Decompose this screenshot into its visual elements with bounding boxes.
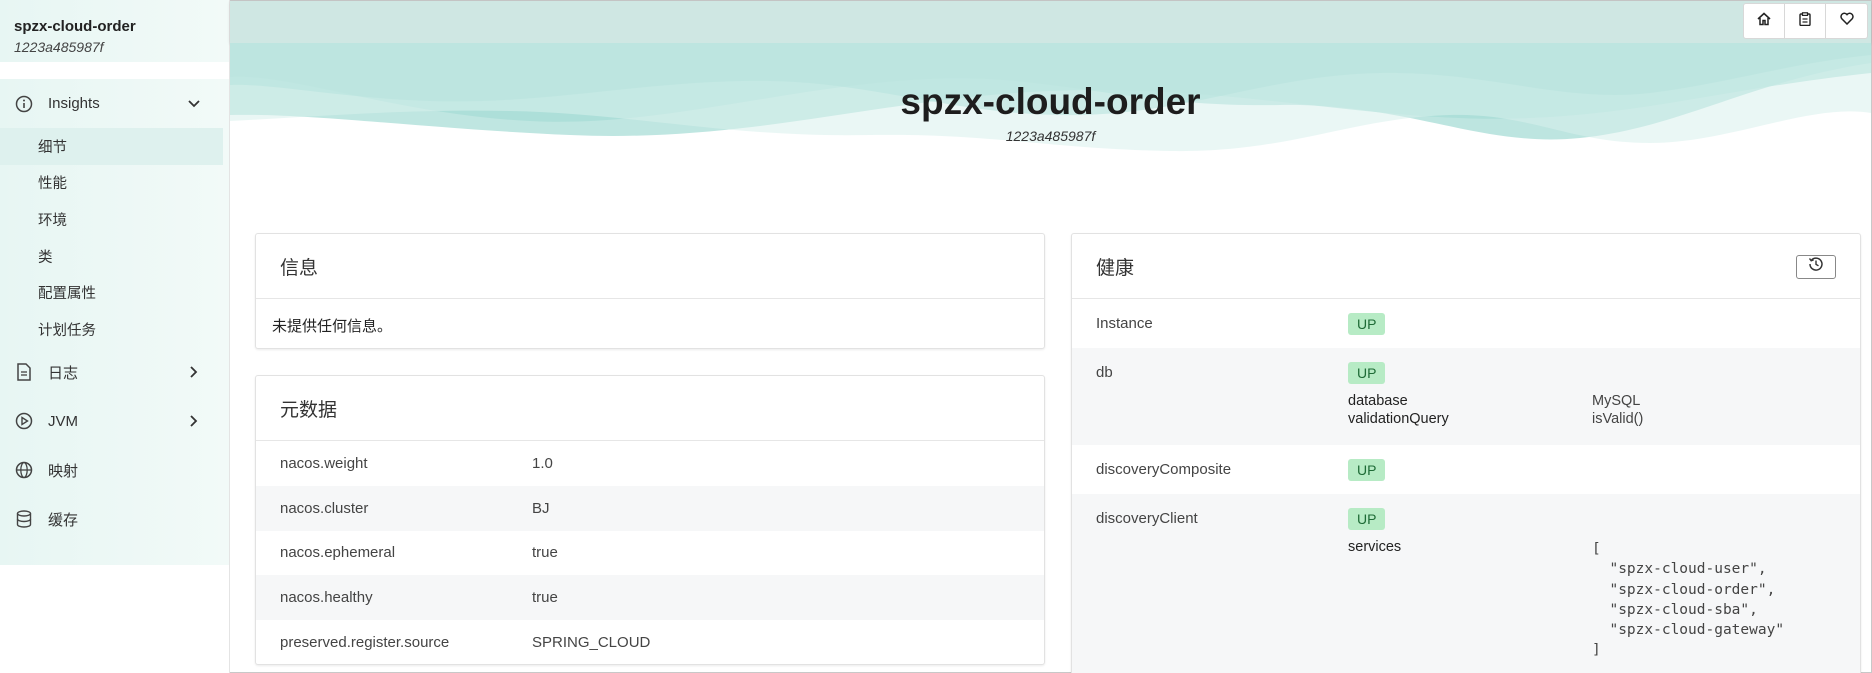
health-history-button[interactable] (1796, 255, 1836, 279)
sidebar: spzx-cloud-order 1223a485987f Insights 细… (0, 0, 230, 673)
metadata-card-title: 元数据 (256, 376, 1044, 441)
health-row-discovery-client: discoveryClient UP services [ "spzx-clou… (1072, 494, 1860, 673)
home-button[interactable] (1744, 4, 1785, 38)
table-row: nacos.healthy true (256, 575, 1044, 621)
database-icon (14, 509, 34, 529)
health-component-name: Instance (1096, 315, 1153, 332)
health-detail-row: validationQuery isValid() (1348, 411, 1860, 427)
metadata-key: nacos.weight (280, 454, 368, 472)
metadata-key: preserved.register.source (280, 634, 450, 652)
heart-button[interactable] (1826, 4, 1867, 38)
sidebar-header: spzx-cloud-order 1223a485987f (0, 0, 229, 62)
sidebar-item-jvm[interactable]: JVM (0, 397, 229, 446)
health-card-header: 健康 (1072, 234, 1860, 299)
document-icon (14, 362, 34, 382)
detail-key: database (1348, 393, 1408, 409)
clipboard-button[interactable] (1785, 4, 1826, 38)
detail-key: validationQuery (1348, 411, 1449, 427)
status-badge: UP (1348, 313, 1386, 335)
health-row-discovery-composite: discoveryComposite UP (1072, 445, 1860, 494)
play-circle-icon (14, 411, 34, 431)
table-row: nacos.cluster BJ (256, 485, 1044, 531)
metadata-card: 元数据 nacos.weight 1.0 nacos.cluster BJ na… (255, 375, 1045, 665)
page-subtitle: 1223a485987f (1005, 128, 1096, 144)
hero-banner: spzx-cloud-order 1223a485987f (230, 43, 1871, 173)
sidebar-item-label: Insights (48, 95, 100, 112)
health-component-name: db (1096, 364, 1113, 381)
page-title: spzx-cloud-order (900, 81, 1201, 122)
top-action-group (1743, 3, 1868, 39)
sidebar-item-label: JVM (48, 412, 78, 430)
detail-value: isValid() (1592, 411, 1644, 427)
sidebar-item-insights[interactable]: Insights (0, 79, 229, 128)
sidebar-item-details[interactable]: 细节 (0, 128, 223, 165)
status-badge: UP (1348, 362, 1386, 384)
sidebar-item-label: 映射 (48, 462, 79, 480)
health-row-db: db UP database MySQL validationQuery isV… (1072, 348, 1860, 445)
health-component-name: discoveryClient (1096, 510, 1198, 527)
info-empty-text: 未提供任何信息。 (272, 318, 393, 335)
heart-icon (1839, 12, 1854, 30)
metadata-value: SPRING_CLOUD (532, 634, 651, 652)
health-card: 健康 Instance UP db UP database MySQL vali… (1071, 233, 1861, 673)
health-card-title: 健康 (1096, 257, 1135, 279)
health-detail-row: database MySQL (1348, 393, 1860, 409)
sidebar-item-caches[interactable]: 缓存 (0, 495, 229, 544)
metadata-key: nacos.healthy (280, 589, 373, 607)
history-icon (1808, 256, 1824, 278)
metadata-table: nacos.weight 1.0 nacos.cluster BJ nacos.… (256, 441, 1044, 665)
status-badge: UP (1348, 508, 1386, 530)
sidebar-item-classes[interactable]: 类 (0, 238, 229, 275)
metadata-value: 1.0 (532, 454, 553, 472)
sidebar-item-metrics[interactable]: 性能 (0, 165, 229, 202)
sidebar-instance-id: 1223a485987f (14, 39, 104, 55)
top-navbar (230, 1, 1871, 43)
metadata-value: BJ (532, 499, 550, 517)
sidebar-item-logs[interactable]: 日志 (0, 348, 229, 397)
metadata-value: true (532, 589, 558, 607)
info-card: 信息 未提供任何信息。 (255, 233, 1045, 349)
metadata-value: true (532, 544, 558, 562)
table-row: nacos.weight 1.0 (256, 441, 1044, 486)
sidebar-menu: Insights 细节 性能 环境 类 配置属性 计划任务 日志 JVM 映射 … (0, 79, 229, 565)
info-icon (14, 94, 34, 114)
detail-value: [ "spzx-cloud-user", "spzx-cloud-order",… (1592, 541, 1785, 659)
detail-value: MySQL (1592, 393, 1641, 409)
status-badge: UP (1348, 459, 1386, 481)
info-card-title: 信息 (256, 234, 1044, 299)
sidebar-item-environment[interactable]: 环境 (0, 201, 229, 238)
table-row: nacos.ephemeral true (256, 531, 1044, 576)
sidebar-app-name: spzx-cloud-order (14, 18, 136, 35)
table-row: preserved.register.source SPRING_CLOUD (256, 620, 1044, 665)
chevron-right-icon (187, 365, 201, 379)
metadata-key: nacos.cluster (280, 499, 369, 517)
health-row-instance: Instance UP (1072, 299, 1860, 348)
chevron-right-icon (187, 414, 201, 428)
globe-icon (14, 460, 34, 480)
health-detail-row: services [ "spzx-cloud-user", "spzx-clou… (1348, 539, 1860, 661)
sidebar-item-config-props[interactable]: 配置属性 (0, 274, 229, 311)
sidebar-item-label: 缓存 (48, 511, 79, 529)
sidebar-item-label: 日志 (48, 364, 79, 382)
health-component-name: discoveryComposite (1096, 461, 1232, 478)
insights-submenu: 细节 性能 环境 类 配置属性 计划任务 (0, 128, 229, 348)
sidebar-item-mappings[interactable]: 映射 (0, 446, 229, 495)
sidebar-item-scheduled-tasks[interactable]: 计划任务 (0, 311, 229, 348)
metadata-key: nacos.ephemeral (280, 544, 396, 562)
detail-key: services (1348, 539, 1402, 555)
home-icon (1757, 11, 1771, 31)
chevron-down-icon (187, 97, 201, 111)
clipboard-icon (1799, 11, 1811, 31)
